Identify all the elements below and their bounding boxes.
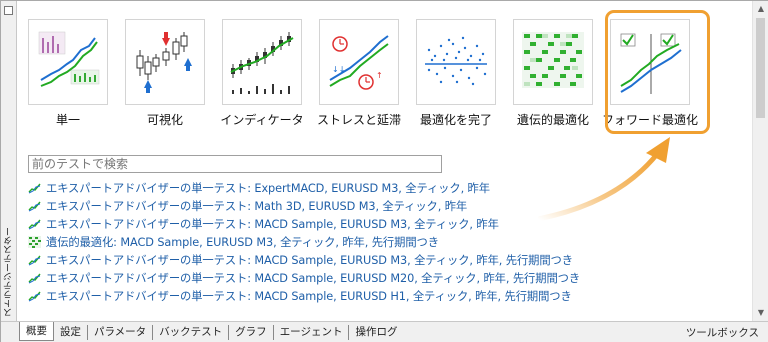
- single-test-icon: [28, 273, 41, 284]
- single-test-icon: [28, 219, 41, 230]
- history-item-text: エキスパートアドバイザーの単一テスト: MACD Sample, EURUSD …: [46, 254, 573, 267]
- history-item-text: エキスパートアドバイザーの単一テスト: MACD Sample, EURUSD …: [46, 272, 581, 285]
- history-item[interactable]: エキスパートアドバイザーの単一テスト: MACD Sample, EURUSD …: [28, 251, 588, 269]
- tab-backtest[interactable]: バックテスト: [153, 325, 230, 340]
- mode-tile-stress-delay[interactable]: ↓↓ ↑: [319, 19, 399, 105]
- mode-tile-indicator[interactable]: [222, 19, 302, 105]
- side-title-strip: ストラテジーテスター: [1, 1, 17, 321]
- mode-label-indicator: インディケータ: [220, 113, 304, 127]
- history-item-text: エキスパートアドバイザーの単一テスト: Math 3D, EURUSD M3, …: [46, 200, 468, 213]
- visualization-icon: [136, 32, 192, 93]
- tab-settings[interactable]: 設定: [54, 325, 88, 340]
- history-search-input[interactable]: [28, 155, 442, 173]
- single-test-icon: [38, 31, 100, 87]
- complete-optimization-icon: [425, 36, 487, 86]
- toolbox-button[interactable]: ツールボックス: [686, 325, 759, 340]
- mode-label-visualization: 可視化: [146, 113, 183, 127]
- mode-tile-visualization[interactable]: [125, 19, 205, 105]
- tab-agents[interactable]: エージェント: [274, 325, 350, 340]
- indicator-icon: [230, 32, 294, 94]
- window-vertical-title: ストラテジーテスター: [4, 227, 14, 317]
- svg-text:↓↓: ↓↓: [332, 65, 345, 74]
- history-item[interactable]: エキスパートアドバイザーの単一テスト: ExpertMACD, EURUSD M…: [28, 179, 588, 197]
- single-test-icon: [28, 255, 41, 266]
- history-item-text: 遺伝的最適化: MACD Sample, EURUSD M3, 全ティック, 昨…: [46, 236, 439, 249]
- scrollbar-thumb[interactable]: [756, 18, 765, 118]
- test-history-list: エキスパートアドバイザーの単一テスト: ExpertMACD, EURUSD M…: [28, 179, 588, 305]
- single-test-icon: [28, 183, 41, 194]
- tab-overview[interactable]: 概要: [19, 321, 54, 341]
- history-item[interactable]: エキスパートアドバイザーの単一テスト: MACD Sample, EURUSD …: [28, 215, 588, 233]
- vertical-scrollbar[interactable]: ▲ ▼: [752, 1, 768, 321]
- mode-label-stress-delay: ストレスと延滞: [316, 113, 401, 127]
- tab-journal[interactable]: 操作ログ: [349, 325, 403, 340]
- genetic-optimization-icon: [522, 32, 584, 88]
- tab-graph[interactable]: グラフ: [229, 325, 274, 340]
- history-item-text: エキスパートアドバイザーの単一テスト: MACD Sample, EURUSD …: [46, 290, 572, 303]
- single-test-icon: [28, 291, 41, 302]
- tab-list: 概要 設定 パラメータ バックテスト グラフ エージェント 操作ログ: [19, 321, 403, 342]
- selection-highlight-box: [605, 10, 710, 134]
- mode-tile-genetic-optimization[interactable]: [513, 19, 593, 105]
- history-item[interactable]: エキスパートアドバイザーの単一テスト: MACD Sample, EURUSD …: [28, 287, 588, 305]
- close-pin-icon[interactable]: [4, 6, 13, 15]
- mode-label-complete-optimization: 最適化を完了: [419, 113, 492, 127]
- history-item-text: エキスパートアドバイザーの単一テスト: ExpertMACD, EURUSD M…: [46, 182, 490, 195]
- history-item[interactable]: 遺伝的最適化: MACD Sample, EURUSD M3, 全ティック, 昨…: [28, 233, 588, 251]
- stress-delay-icon: ↓↓ ↑: [329, 35, 389, 90]
- mode-label-genetic-optimization: 遺伝的最適化: [516, 113, 589, 127]
- history-item[interactable]: エキスパートアドバイザーの単一テスト: MACD Sample, EURUSD …: [28, 269, 588, 287]
- mode-tile-complete-optimization[interactable]: [416, 19, 496, 105]
- overview-panel: 単一 可視化 インディケータ ↓↓ ↑ ストレスと延滞 最適化を完了 遺伝的最適…: [18, 1, 751, 321]
- genetic-optimization-icon: [28, 236, 41, 248]
- history-item-text: エキスパートアドバイザーの単一テスト: MACD Sample, EURUSD …: [46, 218, 499, 231]
- mode-tile-single[interactable]: [28, 19, 108, 105]
- scroll-down-icon[interactable]: ▼: [753, 305, 768, 321]
- scroll-up-icon[interactable]: ▲: [753, 1, 768, 17]
- strategy-tester-window: ストラテジーテスター 単一 可視化 インディケータ ↓↓ ↑ ストレスと延滞 最…: [0, 0, 768, 342]
- single-test-icon: [28, 201, 41, 212]
- bottom-tab-bar: 概要 設定 パラメータ バックテスト グラフ エージェント 操作ログ ツールボッ…: [1, 321, 768, 342]
- history-item[interactable]: エキスパートアドバイザーの単一テスト: Math 3D, EURUSD M3, …: [28, 197, 588, 215]
- tab-parameters[interactable]: パラメータ: [88, 325, 154, 340]
- svg-text:↑: ↑: [376, 71, 383, 80]
- mode-label-single: 単一: [55, 113, 80, 127]
